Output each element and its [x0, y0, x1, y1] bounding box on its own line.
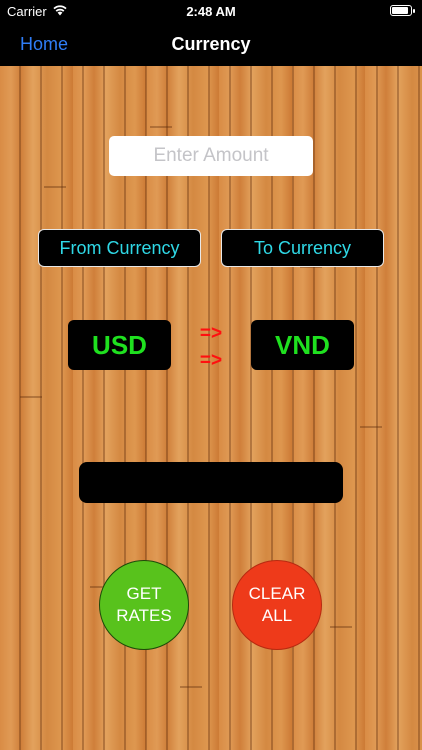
status-bar: Carrier 2:48 AM	[0, 0, 422, 22]
amount-input[interactable]	[109, 136, 313, 176]
arrow-icon: =>	[199, 350, 223, 371]
to-currency-button[interactable]: To Currency	[221, 229, 384, 267]
conversion-result	[79, 462, 343, 503]
from-currency-button[interactable]: From Currency	[38, 229, 201, 267]
arrow-icon: =>	[199, 323, 223, 344]
to-currency-code: VND	[251, 320, 354, 370]
clear-all-label: CLEAR ALL	[248, 584, 306, 625]
from-currency-code: USD	[68, 320, 171, 370]
page-title: Currency	[171, 34, 251, 54]
status-time: 2:48 AM	[186, 4, 236, 19]
clear-all-button[interactable]: CLEAR ALL	[232, 560, 322, 650]
navigation-bar: Home Currency	[0, 22, 422, 66]
battery-icon	[390, 5, 415, 16]
get-rates-label: GET RATES	[116, 584, 172, 625]
get-rates-button[interactable]: GET RATES	[99, 560, 189, 650]
